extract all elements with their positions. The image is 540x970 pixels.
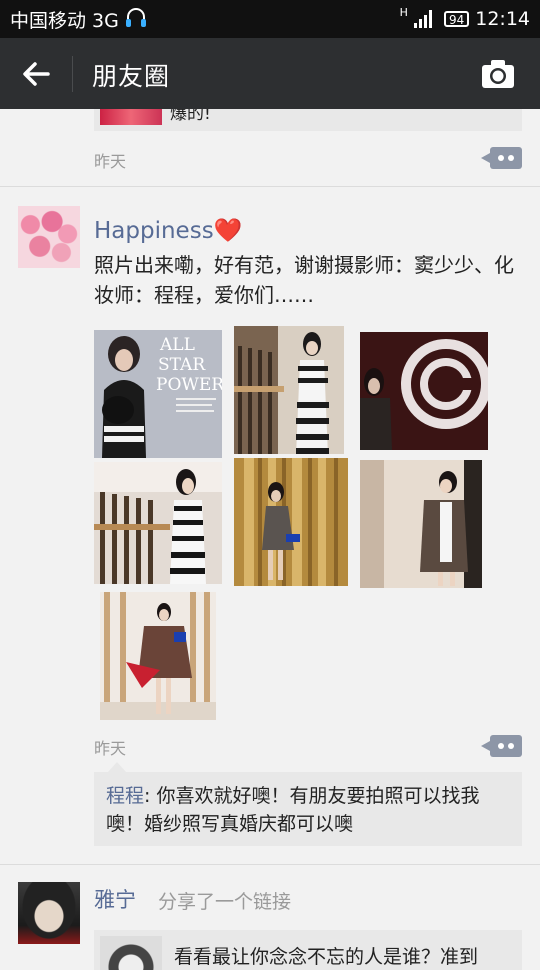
- shared-link-card[interactable]: 看看最让你念念不忘的人是谁？准到: [94, 930, 522, 970]
- comment-item: 程程: 你喜欢就好噢！有朋友要拍照可以找我噢！婚纱照写真婚庆都可以噢: [106, 785, 480, 835]
- avatar[interactable]: [18, 882, 80, 944]
- post-photo[interactable]: [360, 332, 488, 450]
- nav-bar: 朋友圈: [0, 38, 540, 109]
- clock: 12:14: [475, 8, 530, 30]
- link-thumbnail: [100, 936, 162, 970]
- magazine-text: ALL: [159, 335, 195, 355]
- post-divider: [0, 186, 540, 187]
- avatar[interactable]: [18, 206, 80, 268]
- post-photo[interactable]: [100, 592, 216, 720]
- comment-button[interactable]: [481, 735, 522, 757]
- arrow-left-icon[interactable]: [20, 58, 52, 90]
- status-bar: 中国移动 3G H 94 12:14: [0, 0, 540, 38]
- page-title: 朋友圈: [92, 62, 171, 91]
- carrier-label: 中国移动 3G: [10, 9, 119, 32]
- camera-icon[interactable]: [480, 58, 516, 90]
- post-photo[interactable]: [234, 326, 362, 454]
- post-time: 昨天: [94, 152, 127, 171]
- nav-divider: [72, 56, 73, 92]
- comment-dot-icon: [498, 155, 504, 161]
- link-title: 看看最让你念念不忘的人是谁？准到: [174, 946, 479, 968]
- share-action-text: 分享了一个链接: [158, 891, 292, 913]
- comment-text: 你喜欢就好噢！有朋友要拍照可以找我噢！婚纱照写真婚庆都可以噢: [106, 785, 480, 835]
- post-photo[interactable]: [360, 460, 482, 588]
- link-thumbnail: [100, 109, 162, 125]
- magazine-text: STAR: [158, 355, 206, 375]
- post-photo[interactable]: [94, 462, 222, 584]
- post-photo[interactable]: [234, 458, 348, 586]
- magazine-text: POWER: [156, 375, 222, 395]
- post-divider: [0, 864, 540, 865]
- post-photo[interactable]: ALL STAR POWER: [94, 330, 222, 458]
- comment-dot-icon: [498, 743, 504, 749]
- heart-emoji: ❤️: [213, 218, 243, 244]
- comments-box: 程程: 你喜欢就好噢！有朋友要拍照可以找我噢！婚纱照写真婚庆都可以噢: [94, 762, 522, 846]
- post-time: 昨天: [94, 739, 127, 758]
- post-text: 照片出来嘞，好有范，谢谢摄影师：窦少少、化妆师：程程，爱你们……: [94, 253, 514, 307]
- comment-author[interactable]: 程程: [106, 785, 144, 807]
- comment-dot-icon: [508, 155, 514, 161]
- comment-dot-icon: [508, 743, 514, 749]
- signal-icon: [413, 10, 432, 28]
- shared-link-card[interactable]: 爆的!: [94, 109, 522, 131]
- battery-icon: 94: [443, 11, 470, 27]
- headset-icon: [125, 8, 146, 27]
- post-username[interactable]: 雅宁: [94, 884, 136, 914]
- link-title: 爆的!: [170, 109, 211, 124]
- post-username[interactable]: Happiness❤️: [94, 217, 242, 244]
- comment-button[interactable]: [481, 147, 522, 169]
- network-type-label: H: [399, 5, 408, 19]
